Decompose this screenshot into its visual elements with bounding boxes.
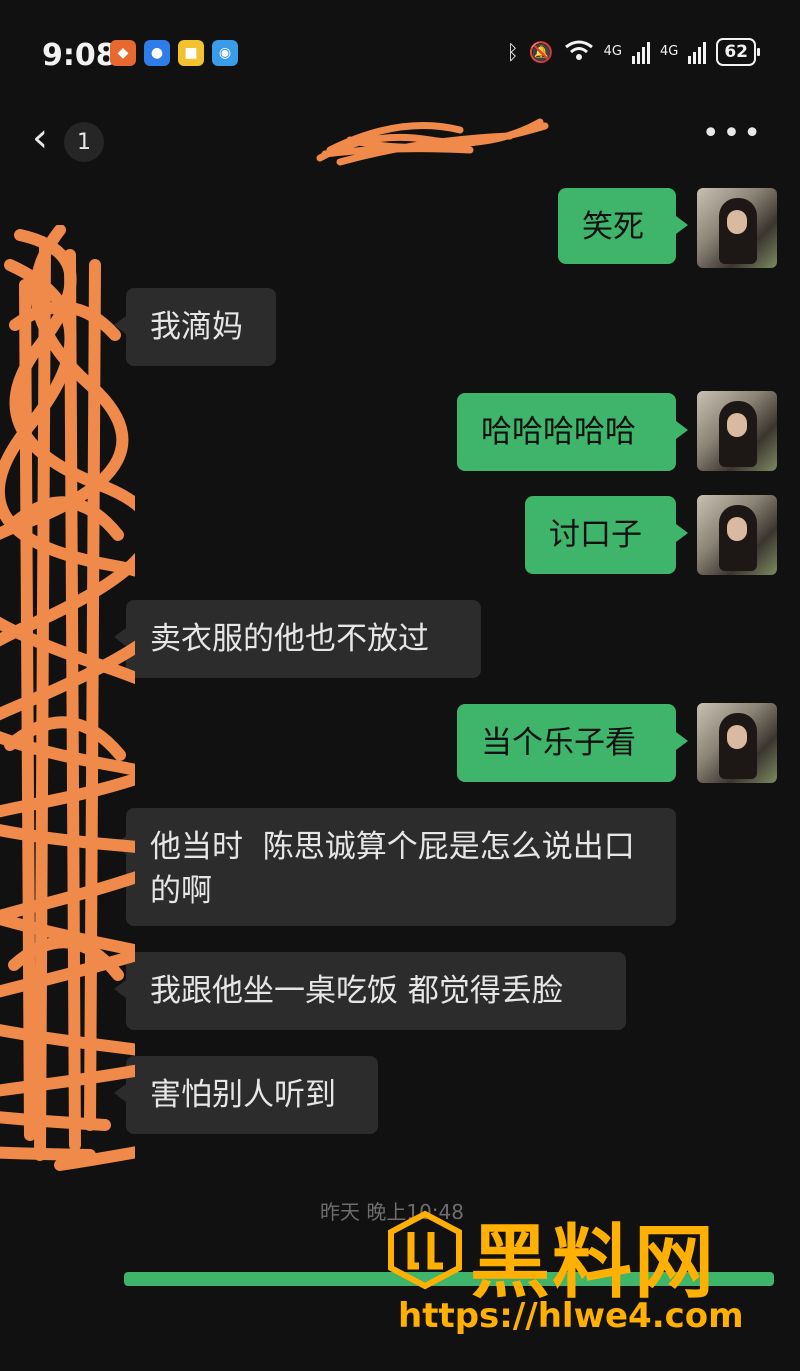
message-bubble[interactable]: 卖衣服的他也不放过 [114, 600, 481, 678]
app-notification-icon: ● [144, 40, 170, 66]
message-bubble[interactable]: 当个乐子看 [457, 704, 688, 782]
unread-count-badge[interactable]: 1 [64, 122, 104, 162]
avatar[interactable] [697, 495, 777, 575]
network-type-1: 4G [603, 44, 622, 59]
more-icon: ••• [701, 116, 764, 151]
avatar[interactable] [697, 188, 777, 268]
message-bubble[interactable]: 讨口子 [525, 496, 688, 574]
battery-level: 62 [716, 38, 760, 66]
network-type-2: 4G [659, 44, 679, 59]
chevron-left-icon: ‹ [32, 115, 48, 161]
signal-icon [688, 40, 707, 64]
bluetooth-icon: ᛒ [506, 40, 519, 64]
redacted-contact-name [316, 118, 549, 166]
app-notification-icon: ■ [178, 40, 204, 66]
notification-icons: ◆ ● ■ ◉ [110, 40, 238, 66]
redaction-scribble [0, 225, 135, 1171]
status-indicators: ᛒ 🔕 4G 4G 62 [506, 38, 760, 66]
status-bar: 9:08 ◆ ● ■ ◉ ᛒ 🔕 4G 4G 62 [0, 0, 800, 110]
message-bubble[interactable]: 笑死 [558, 188, 688, 264]
status-time: 9:08 [42, 38, 117, 73]
avatar[interactable] [697, 703, 777, 783]
message-bubble[interactable]: 他当时 陈思诚算个屁是怎么说出口的啊 [114, 808, 676, 926]
message-bubble[interactable]: 哈哈哈哈哈 [457, 393, 688, 471]
message-bubble[interactable]: 我跟他坐一桌吃饭 都觉得丢脸 [114, 952, 626, 1030]
watermark-url: https://hlwe4.com [398, 1296, 744, 1336]
avatar[interactable] [697, 391, 777, 471]
watermark-logo-icon [388, 1210, 462, 1290]
wifi-icon [564, 39, 594, 66]
more-button[interactable]: ••• [702, 119, 764, 149]
back-button[interactable]: ‹ [32, 118, 48, 158]
app-notification-icon: ◉ [212, 40, 238, 66]
mute-icon: 🔕 [528, 40, 554, 64]
signal-icon [631, 40, 650, 64]
chat-header: ‹ 1 ••• [0, 110, 800, 174]
app-notification-icon: ◆ [110, 40, 136, 66]
message-bubble[interactable]: 害怕别人听到 [114, 1056, 378, 1134]
message-bubble[interactable]: 我滴妈 [114, 288, 276, 366]
